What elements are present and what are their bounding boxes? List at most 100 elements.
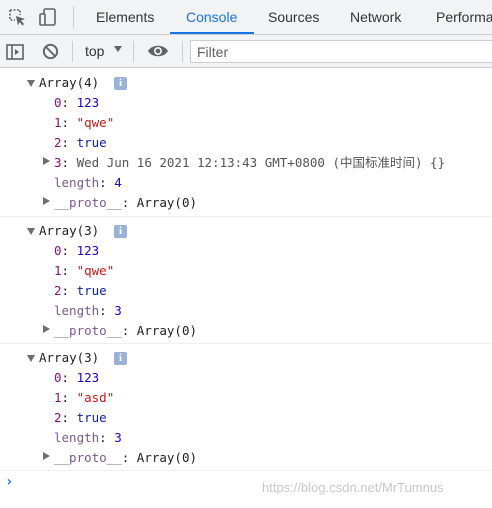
- console-prompt[interactable]: ›: [5, 474, 13, 490]
- tab-separator: [73, 6, 74, 28]
- property-value: 3: [114, 430, 122, 445]
- length-property: length: 3: [54, 301, 122, 321]
- array-summary: Array(4): [39, 75, 100, 90]
- proto-property[interactable]: __proto__: Array(0): [54, 448, 197, 468]
- proto-property[interactable]: __proto__: Array(0): [54, 321, 197, 341]
- array-header[interactable]: Array(3): [39, 221, 99, 241]
- property-key: 0: [54, 370, 62, 385]
- separator: :: [61, 155, 77, 170]
- array-item: 2: true: [54, 408, 107, 428]
- separator: :: [61, 370, 77, 385]
- show-sidebar-icon[interactable]: [5, 42, 25, 62]
- property-value: Array(0): [136, 450, 198, 465]
- property-key: __proto__: [54, 450, 122, 465]
- array-item[interactable]: 3: Wed Jun 16 2021 12:13:43 GMT+0800 (中国…: [54, 153, 445, 173]
- property-value: 123: [76, 370, 100, 385]
- collapse-triangle-icon[interactable]: [27, 80, 35, 87]
- collapse-triangle-icon[interactable]: [27, 228, 35, 235]
- inspect-element-icon[interactable]: [7, 7, 27, 27]
- separator: :: [121, 323, 137, 338]
- length-property: length: 3: [54, 428, 122, 448]
- separator: :: [99, 175, 115, 190]
- eye-icon[interactable]: [147, 43, 169, 59]
- property-key: 0: [54, 95, 62, 110]
- tab-sources[interactable]: Sources: [268, 0, 319, 35]
- watermark: https://blog.csdn.net/MrTumnus: [262, 480, 444, 495]
- separator: :: [61, 390, 77, 405]
- property-value: true: [76, 135, 107, 150]
- property-value: Array(0): [136, 323, 198, 338]
- array-item: 0: 123: [54, 93, 99, 113]
- chevron-down-icon[interactable]: [114, 46, 122, 52]
- console-message: Array(4) i 0: 123 1: "qwe" 2: true 3: We…: [0, 69, 492, 217]
- property-value: true: [76, 410, 107, 425]
- property-key: 2: [54, 410, 62, 425]
- array-item: 1: "qwe": [54, 261, 114, 281]
- info-icon[interactable]: i: [114, 77, 127, 90]
- separator: :: [61, 263, 77, 278]
- tab-elements[interactable]: Elements: [96, 0, 154, 35]
- property-key: 2: [54, 135, 62, 150]
- property-key: __proto__: [54, 323, 122, 338]
- property-key: 0: [54, 243, 62, 258]
- filter-field[interactable]: [190, 40, 492, 63]
- property-key: length: [54, 303, 100, 318]
- separator: :: [61, 135, 77, 150]
- property-value: "qwe": [76, 115, 115, 130]
- property-value: true: [76, 283, 107, 298]
- property-key: length: [54, 430, 100, 445]
- active-tab-indicator: [170, 32, 254, 34]
- property-value: 3: [114, 303, 122, 318]
- property-key: length: [54, 175, 100, 190]
- separator: :: [61, 115, 77, 130]
- separator: :: [121, 450, 137, 465]
- array-item: 2: true: [54, 281, 107, 301]
- expand-triangle-icon[interactable]: [43, 197, 50, 205]
- array-item: 2: true: [54, 133, 107, 153]
- property-key: 1: [54, 263, 62, 278]
- devtools-tab-bar: Elements Console Sources Network Perform…: [0, 0, 492, 35]
- console-message: Array(3) i 0: 123 1: "qwe" 2: true lengt…: [0, 217, 492, 344]
- collapse-triangle-icon[interactable]: [27, 355, 35, 362]
- property-value: 4: [114, 175, 122, 190]
- property-value: 123: [76, 243, 100, 258]
- tab-console[interactable]: Console: [186, 0, 237, 35]
- array-summary: Array(3): [39, 223, 100, 238]
- toolbar-separator: [133, 41, 134, 62]
- array-header[interactable]: Array(3): [39, 348, 99, 368]
- separator: :: [99, 430, 115, 445]
- property-key: 2: [54, 283, 62, 298]
- array-header[interactable]: Array(4): [39, 73, 99, 93]
- property-key: 1: [54, 390, 62, 405]
- length-property: length: 4: [54, 173, 122, 193]
- separator: :: [99, 303, 115, 318]
- context-selector[interactable]: top: [85, 35, 104, 68]
- clear-console-icon[interactable]: [41, 42, 60, 61]
- tab-performance[interactable]: Performa: [436, 0, 492, 35]
- separator: :: [61, 243, 77, 258]
- property-key: __proto__: [54, 195, 122, 210]
- toolbar-separator: [72, 41, 73, 62]
- device-toolbar-icon[interactable]: [38, 7, 58, 27]
- tab-network[interactable]: Network: [350, 0, 401, 35]
- array-summary: Array(3): [39, 350, 100, 365]
- property-value: "qwe": [76, 263, 115, 278]
- separator: :: [61, 283, 77, 298]
- separator: :: [121, 195, 137, 210]
- toolbar-separator: [182, 41, 183, 62]
- proto-property[interactable]: __proto__: Array(0): [54, 193, 197, 213]
- property-value: "asd": [76, 390, 115, 405]
- array-item: 1: "qwe": [54, 113, 114, 133]
- expand-triangle-icon[interactable]: [43, 452, 50, 460]
- info-icon[interactable]: i: [114, 225, 127, 238]
- info-icon[interactable]: i: [114, 352, 127, 365]
- expand-triangle-icon[interactable]: [43, 157, 50, 165]
- expand-triangle-icon[interactable]: [43, 325, 50, 333]
- array-item: 1: "asd": [54, 388, 114, 408]
- property-key: 1: [54, 115, 62, 130]
- property-key: 3: [54, 155, 62, 170]
- property-value: Wed Jun 16 2021 12:13:43 GMT+0800 (中国标准时…: [76, 155, 446, 170]
- separator: :: [61, 95, 77, 110]
- console-toolbar: top: [0, 35, 492, 68]
- filter-input[interactable]: [191, 41, 492, 62]
